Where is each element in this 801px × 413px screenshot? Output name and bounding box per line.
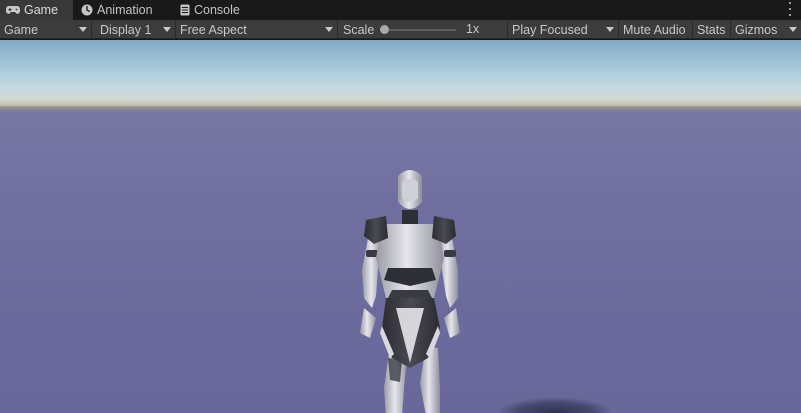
scale-label: Scale (343, 22, 375, 37)
tab-label: Console (194, 3, 240, 17)
unity-game-window: Game Animation Console Game Display 1 Fr… (0, 0, 801, 413)
sky (0, 40, 801, 108)
robot-character (340, 158, 480, 413)
tab-animation[interactable]: Animation (81, 0, 171, 20)
gizmos-dropdown[interactable]: Gizmos (731, 20, 801, 39)
play-mode-dropdown[interactable]: Play Focused (508, 20, 619, 39)
gizmos-label: Gizmos (735, 22, 778, 37)
mute-audio-label: Mute Audio (623, 22, 686, 37)
chevron-down-icon (325, 27, 333, 32)
play-mode-label: Play Focused (512, 22, 588, 37)
tab-console[interactable]: Console (180, 0, 260, 20)
scale-control: Scale 1x (338, 20, 508, 39)
stats-label: Stats (697, 22, 726, 37)
stats-toggle[interactable]: Stats (693, 20, 731, 39)
tab-label: Game (24, 3, 59, 17)
view-mode-label: Game (4, 22, 39, 37)
tab-game[interactable]: Game (0, 0, 73, 20)
mute-audio-toggle[interactable]: Mute Audio (619, 20, 693, 39)
display-dropdown[interactable]: Display 1 (92, 20, 176, 39)
horizon (0, 106, 801, 111)
tab-label: Animation (97, 3, 153, 17)
scale-slider-thumb[interactable] (380, 25, 389, 34)
game-viewport[interactable] (0, 40, 801, 413)
display-label: Display 1 (100, 22, 152, 37)
chevron-down-icon (163, 27, 171, 32)
aspect-label: Free Aspect (180, 22, 247, 37)
scale-value: 1x (466, 22, 480, 36)
tab-strip: Game Animation Console (0, 0, 801, 20)
chevron-down-icon (789, 27, 797, 32)
more-options-icon[interactable] (788, 2, 792, 16)
scale-slider-track[interactable] (380, 29, 456, 31)
console-icon (180, 4, 190, 16)
chevron-down-icon (606, 27, 614, 32)
clock-icon (81, 4, 93, 16)
character-shadow (500, 398, 610, 413)
chevron-down-icon (79, 27, 87, 32)
aspect-dropdown[interactable]: Free Aspect (176, 20, 338, 39)
gamepad-icon (6, 5, 20, 15)
game-toolbar: Game Display 1 Free Aspect Scale 1x Play… (0, 20, 801, 39)
view-mode-dropdown[interactable]: Game (0, 20, 92, 39)
